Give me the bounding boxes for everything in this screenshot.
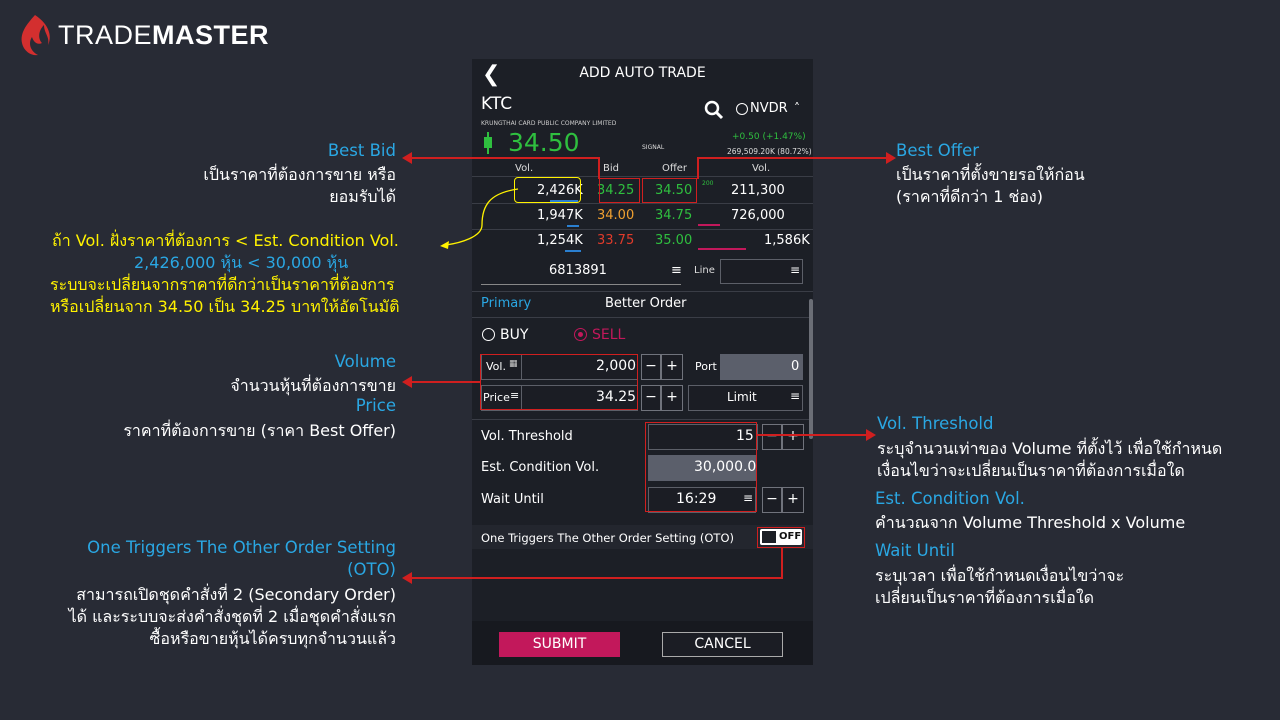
wait-until-title: Wait Until bbox=[875, 541, 955, 560]
cancel-button[interactable]: CANCEL bbox=[662, 632, 783, 657]
oto-label: One Triggers The Other Order Setting (OT… bbox=[481, 531, 734, 545]
company-name: KRUNGTHAI CARD PUBLIC COMPANY LIMITED bbox=[481, 120, 617, 127]
price-title: Price bbox=[355, 396, 396, 415]
best-offer-title: Best Offer bbox=[896, 141, 980, 160]
book-header-offer: Offer bbox=[662, 163, 688, 174]
scrollbar[interactable] bbox=[809, 299, 813, 439]
best-offer-connector-v bbox=[697, 157, 699, 179]
est-condition-title: Est. Condition Vol. bbox=[875, 489, 1025, 508]
best-bid-title: Best Bid bbox=[327, 141, 396, 160]
bid-price-3[interactable]: 33.75 bbox=[597, 233, 634, 248]
bid-vol-3: 1,254K bbox=[537, 233, 583, 248]
arrow-right-icon bbox=[886, 152, 896, 164]
last-price: 34.50 bbox=[508, 128, 580, 157]
nvdr-radio[interactable] bbox=[736, 103, 748, 115]
best-offer-highlight bbox=[642, 178, 697, 203]
threshold-connector bbox=[757, 434, 867, 436]
price-change: +0.50 (+1.47%) bbox=[732, 132, 806, 142]
wait-minus-button[interactable]: − bbox=[762, 487, 782, 513]
account-menu-icon[interactable]: ≡ bbox=[671, 263, 682, 278]
best-bid-connector-v bbox=[598, 157, 600, 179]
chevron-up-icon[interactable]: ˄ bbox=[794, 101, 800, 115]
volume-info: 269,509.20K (80.72%) bbox=[727, 147, 812, 156]
volume-title: Volume bbox=[334, 352, 396, 371]
search-icon[interactable] bbox=[704, 100, 724, 120]
price-plus-button[interactable]: + bbox=[661, 385, 683, 411]
vol-threshold-title: Vol. Threshold bbox=[877, 414, 994, 433]
bid-volume-highlight bbox=[514, 177, 581, 203]
arrow-right-icon bbox=[866, 429, 876, 441]
sell-label[interactable]: SELL bbox=[592, 327, 625, 343]
signal-label: SIGNAL bbox=[642, 144, 665, 151]
tab-primary[interactable]: Primary bbox=[481, 296, 531, 311]
buy-radio[interactable] bbox=[482, 328, 495, 341]
oto-highlight bbox=[757, 527, 805, 548]
book-header-offer-vol: Vol. bbox=[752, 163, 771, 174]
condition-line-4: หรือเปลี่ยนจาก 34.50 เป็น 34.25 บาทให้อั… bbox=[50, 297, 400, 316]
offer-vol-2: 726,000 bbox=[731, 208, 785, 223]
arrow-left-icon bbox=[402, 376, 412, 388]
volume-price-highlight bbox=[480, 354, 638, 410]
best-bid-desc-2: ยอมรับได้ bbox=[329, 187, 396, 206]
oto-connector-v bbox=[781, 548, 783, 578]
offer-vol-3: 1,586K bbox=[764, 233, 810, 248]
threshold-minus-button[interactable]: − bbox=[762, 424, 782, 450]
oto-title-1: One Triggers The Other Order Setting bbox=[87, 538, 396, 557]
buy-label[interactable]: BUY bbox=[500, 327, 528, 343]
wait-until-label: Wait Until bbox=[481, 492, 544, 507]
best-bid-highlight bbox=[599, 178, 640, 203]
brand-name: TRADEMASTER bbox=[58, 19, 270, 50]
screen-title: ADD AUTO TRADE bbox=[579, 65, 706, 81]
wait-until-desc-2: เปลี่ยนเป็นราคาที่ต้องการเมื่อใด bbox=[875, 588, 1095, 607]
price-desc: ราคาที่ต้องการขาย (ราคา Best Offer) bbox=[123, 421, 396, 440]
best-offer-desc-2: (ราคาที่ดีกว่า 1 ช่อง) bbox=[896, 187, 1043, 206]
oto-connector bbox=[410, 577, 783, 579]
candlestick-icon bbox=[484, 132, 492, 154]
port-value[interactable]: 0 bbox=[791, 359, 799, 374]
submit-button[interactable]: SUBMIT bbox=[499, 632, 620, 657]
tab-better-order[interactable]: Better Order bbox=[605, 296, 687, 311]
line-label: Line bbox=[694, 265, 715, 276]
arrow-left-icon bbox=[402, 572, 412, 584]
best-offer-connector bbox=[697, 157, 887, 159]
threshold-plus-button[interactable]: + bbox=[782, 424, 804, 450]
offer-tag-1: 200 bbox=[702, 180, 714, 187]
account-number[interactable]: 6813891 bbox=[549, 263, 607, 278]
screen-header: ❮ ADD AUTO TRADE bbox=[472, 59, 813, 89]
order-type-value[interactable]: Limit bbox=[727, 390, 757, 404]
est-condition-label: Est. Condition Vol. bbox=[481, 460, 600, 475]
volume-connector bbox=[410, 381, 480, 383]
brand-logo: TRADEMASTER bbox=[18, 12, 269, 58]
offer-vol-1: 211,300 bbox=[731, 183, 785, 198]
offer-price-2[interactable]: 34.75 bbox=[655, 208, 692, 223]
wait-plus-button[interactable]: + bbox=[782, 487, 804, 513]
bid-price-2[interactable]: 34.00 bbox=[597, 208, 634, 223]
best-bid-connector bbox=[410, 157, 599, 159]
price-minus-button[interactable]: − bbox=[641, 385, 661, 411]
flame-logo-icon bbox=[21, 15, 50, 56]
line-menu-icon[interactable]: ≡ bbox=[790, 263, 800, 277]
symbol: KTC bbox=[481, 94, 513, 114]
oto-desc-3: ซื้อหรือขายหุ้นได้ครบทุกจำนวนแล้ว bbox=[149, 629, 396, 648]
vol-plus-button[interactable]: + bbox=[661, 354, 683, 380]
order-type-menu-icon[interactable]: ≡ bbox=[790, 389, 800, 403]
vol-threshold-desc-2: เงื่อนไขว่าจะเปลี่ยนเป็นราคาที่ต้องการเม… bbox=[877, 461, 1185, 480]
vol-minus-button[interactable]: − bbox=[641, 354, 661, 380]
oto-title-2: (OTO) bbox=[347, 560, 396, 579]
book-header-bid: Bid bbox=[603, 163, 619, 174]
vol-threshold-label: Vol. Threshold bbox=[481, 429, 573, 444]
offer-price-3[interactable]: 35.00 bbox=[655, 233, 692, 248]
nvdr-label: NVDR bbox=[750, 101, 788, 116]
est-condition-desc: คำนวณจาก Volume Threshold x Volume bbox=[875, 513, 1186, 532]
conditions-highlight bbox=[645, 422, 757, 512]
bid-vol-2: 1,947K bbox=[537, 208, 583, 223]
port-label: Port bbox=[695, 360, 717, 373]
book-header-bid-vol: Vol. bbox=[515, 163, 534, 174]
arrow-left-icon bbox=[402, 152, 412, 164]
yellow-curve-arrow bbox=[440, 188, 519, 249]
